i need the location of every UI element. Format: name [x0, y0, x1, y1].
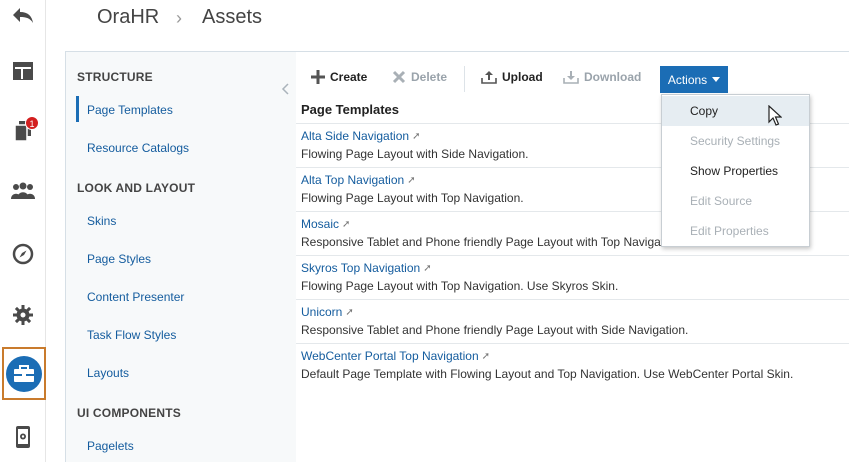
template-link[interactable]: WebCenter Portal Top Navigation — [301, 349, 479, 363]
nav-section-ui-components: UI COMPONENTS — [77, 406, 181, 420]
external-link-icon[interactable]: ➚ — [423, 263, 431, 274]
mouse-cursor-icon — [768, 105, 782, 126]
download-label: Download — [584, 70, 642, 84]
external-link-icon[interactable]: ➚ — [407, 175, 415, 186]
nav-item-page-templates[interactable]: Page Templates — [87, 103, 173, 117]
pages-nav-item[interactable] — [0, 111, 46, 151]
menu-item-show-properties[interactable]: Show Properties — [662, 156, 809, 186]
gear-icon — [13, 305, 33, 325]
back-arrow-icon — [13, 8, 33, 23]
list-title: Page Templates — [301, 102, 400, 117]
upload-icon — [481, 71, 497, 84]
notification-badge: 1 — [25, 116, 39, 130]
assets-nav-item[interactable] — [2, 347, 46, 400]
nav-selection-indicator — [76, 96, 79, 122]
page-title: Assets — [202, 6, 263, 28]
external-link-icon[interactable]: ➚ — [342, 219, 350, 230]
nav-item-task-flow-styles[interactable]: Task Flow Styles — [87, 328, 176, 342]
menu-item-edit-properties[interactable]: Edit Properties — [662, 216, 809, 246]
menu-item-edit-source[interactable]: Edit Source — [662, 186, 809, 216]
actions-label: Actions — [667, 72, 708, 87]
template-description: Default Page Template with Flowing Layou… — [301, 367, 794, 381]
actions-menu-button[interactable]: Actions — [660, 66, 728, 93]
nav-section-look-and-layout: LOOK AND LAYOUT — [77, 181, 196, 195]
settings-nav-item[interactable] — [0, 295, 46, 335]
nav-item-page-styles[interactable]: Page Styles — [87, 252, 151, 266]
list-item: Unicorn ➚ Responsive Tablet and Phone fri… — [296, 299, 849, 343]
people-icon — [11, 182, 35, 199]
compass-nav-item[interactable] — [0, 234, 46, 274]
assets-category-nav: STRUCTURE Page Templates Resource Catalo… — [66, 52, 280, 462]
template-link[interactable]: Alta Top Navigation — [301, 173, 404, 187]
template-link[interactable]: Alta Side Navigation — [301, 129, 409, 143]
toolbar-divider — [464, 66, 465, 92]
chevron-down-icon — [712, 77, 721, 82]
collapse-pane-button[interactable] — [281, 82, 289, 98]
external-link-icon[interactable]: ➚ — [412, 131, 420, 142]
toolbox-icon — [14, 364, 34, 382]
template-link[interactable]: Unicorn — [301, 305, 342, 319]
x-icon — [392, 70, 406, 84]
people-nav-item[interactable] — [0, 171, 46, 211]
create-label: Create — [330, 70, 368, 84]
template-description: Flowing Page Layout with Top Navigation.… — [301, 279, 619, 293]
layout-nav-item[interactable] — [0, 51, 46, 91]
download-button[interactable]: Download — [563, 70, 641, 84]
nav-item-resource-catalogs[interactable]: Resource Catalogs — [87, 141, 189, 155]
layout-icon — [13, 62, 33, 80]
upload-button[interactable]: Upload — [481, 70, 543, 84]
template-link[interactable]: Mosaic — [301, 217, 339, 231]
menu-item-copy[interactable]: Copy — [662, 96, 809, 126]
nav-item-skins[interactable]: Skins — [87, 214, 116, 228]
list-item: Skyros Top Navigation ➚ Flowing Page Layo… — [296, 255, 849, 299]
plus-icon — [311, 70, 325, 84]
delete-button[interactable]: Delete — [392, 70, 447, 84]
chevron-left-icon — [281, 83, 289, 95]
list-item: WebCenter Portal Top Navigation ➚ Default… — [296, 343, 849, 387]
device-settings-icon — [16, 426, 30, 448]
download-icon — [563, 71, 579, 84]
breadcrumb: OraHR › Assets — [46, 0, 849, 44]
upload-label: Upload — [502, 70, 543, 84]
nav-item-content-presenter[interactable]: Content Presenter — [87, 290, 184, 304]
nav-item-layouts[interactable]: Layouts — [87, 366, 129, 380]
nav-section-structure: STRUCTURE — [77, 70, 153, 84]
breadcrumb-app[interactable]: OraHR — [97, 6, 159, 29]
actions-dropdown-menu: Copy Security Settings Show Properties E… — [661, 94, 810, 247]
template-description: Responsive Tablet and Phone friendly Pag… — [301, 323, 689, 337]
compass-icon — [12, 243, 34, 265]
toolbar: Create Delete Upload Download Actions — [296, 62, 849, 93]
device-settings-nav-item[interactable] — [0, 417, 46, 457]
back-button[interactable] — [0, 0, 46, 36]
external-link-icon[interactable]: ➚ — [345, 307, 353, 318]
nav-item-pagelets[interactable]: Pagelets — [87, 439, 134, 453]
create-button[interactable]: Create — [311, 70, 367, 84]
breadcrumb-separator: › — [176, 8, 182, 28]
delete-label: Delete — [411, 70, 448, 84]
template-link[interactable]: Skyros Top Navigation — [301, 261, 420, 275]
assets-nav-circle — [6, 355, 42, 392]
menu-item-security-settings[interactable]: Security Settings — [662, 126, 809, 156]
external-link-icon[interactable]: ➚ — [482, 351, 490, 362]
left-rail: 1 — [0, 0, 46, 462]
